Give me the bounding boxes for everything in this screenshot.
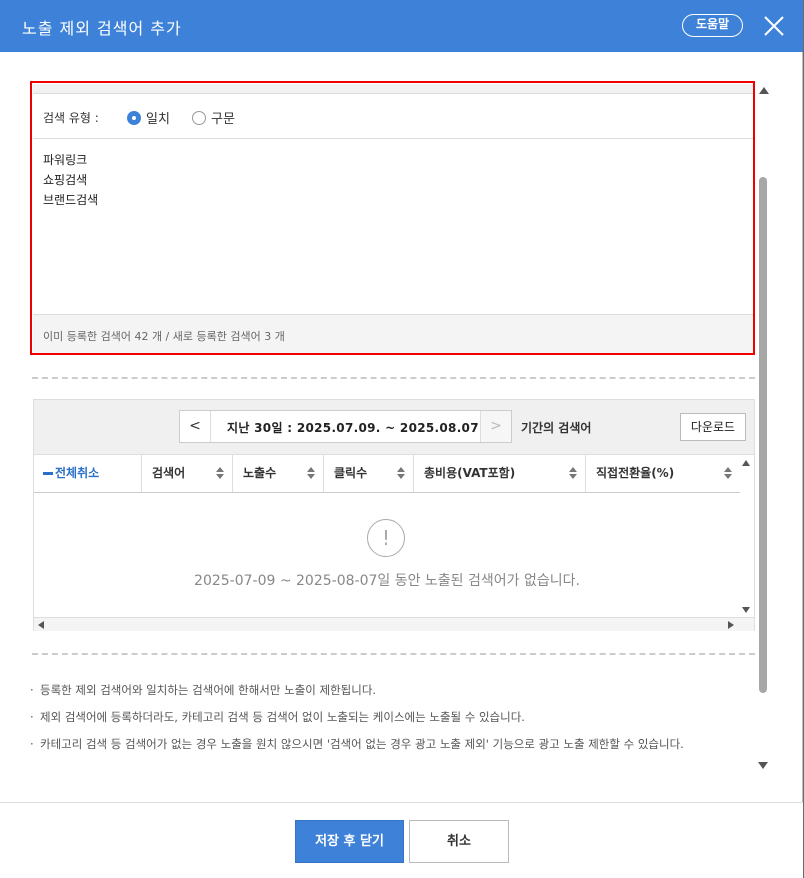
date-range-text: 지난 30일 : 2025.07.09. ~ 2025.08.07. bbox=[227, 421, 484, 435]
period-label: 기간의 검색어 bbox=[521, 421, 592, 435]
save-and-close-button[interactable]: 저장 후 닫기 bbox=[295, 820, 404, 863]
note-item: 카테고리 검색 등 검색어가 없는 경우 노출을 원치 않으시면 '검색어 없는… bbox=[30, 734, 750, 754]
highlight-box bbox=[30, 81, 755, 355]
column-label: 클릭수 bbox=[334, 466, 368, 480]
sort-icon[interactable] bbox=[307, 467, 315, 479]
dialog-header: 노출 제외 검색어 추가 도움말 bbox=[0, 0, 803, 52]
divider bbox=[32, 377, 755, 379]
grid-toolbar: < 지난 30일 : 2025.07.09. ~ 2025.08.07. > 기… bbox=[34, 400, 754, 455]
sort-icon[interactable] bbox=[569, 467, 577, 479]
note-item: 제외 검색어에 등록하더라도, 카테고리 검색 등 검색어 없이 노출되는 케이… bbox=[30, 707, 750, 727]
note-item: 등록한 제외 검색어와 일치하는 검색어에 한해서만 노출이 제한됩니다. bbox=[30, 680, 750, 700]
minus-icon bbox=[43, 472, 53, 475]
column-header-total-cost[interactable]: 총비용(VAT포함) bbox=[414, 455, 586, 492]
sort-icon[interactable] bbox=[724, 467, 732, 479]
horizontal-scrollbar[interactable] bbox=[34, 617, 754, 631]
column-header-keyword[interactable]: 검색어 bbox=[142, 455, 233, 492]
date-next-button[interactable]: > bbox=[480, 411, 511, 442]
grid-header: 전체취소 검색어 노출수 클릭수 총비용(VAT포함) 직접전환율(%) bbox=[34, 455, 740, 493]
help-button[interactable]: 도움말 bbox=[682, 14, 743, 37]
dialog: 노출 제외 검색어 추가 도움말 검색 유형 : 일치 구문 파워링크 쇼핑검색… bbox=[0, 0, 803, 878]
keyword-grid: < 지난 30일 : 2025.07.09. ~ 2025.08.07. > 기… bbox=[33, 399, 755, 631]
notes-list: 등록한 제외 검색어와 일치하는 검색어에 한해서만 노출이 제한됩니다. 제외… bbox=[30, 680, 750, 761]
close-icon[interactable] bbox=[761, 13, 787, 39]
scroll-up-arrow-icon[interactable] bbox=[759, 87, 769, 94]
cancel-button[interactable]: 취소 bbox=[409, 820, 509, 863]
dialog-footer: 저장 후 닫기 취소 bbox=[0, 802, 803, 878]
scroll-right-icon[interactable] bbox=[728, 621, 734, 629]
column-label: 총비용(VAT포함) bbox=[424, 466, 516, 480]
sort-icon[interactable] bbox=[216, 467, 224, 479]
column-label: 직접전환율(%) bbox=[596, 466, 675, 480]
column-label: 노출수 bbox=[243, 466, 277, 480]
grid-scroll-up-icon[interactable] bbox=[742, 460, 750, 466]
select-all-toggle[interactable]: 전체취소 bbox=[34, 455, 142, 492]
sort-icon[interactable] bbox=[397, 467, 405, 479]
divider bbox=[32, 653, 755, 655]
download-button[interactable]: 다운로드 bbox=[680, 413, 746, 441]
column-header-conversion-rate[interactable]: 직접전환율(%) bbox=[586, 455, 740, 492]
column-header-clicks[interactable]: 클릭수 bbox=[324, 455, 414, 492]
grid-scroll-down-icon[interactable] bbox=[742, 607, 750, 613]
column-label: 검색어 bbox=[152, 466, 186, 480]
scroll-down-arrow-icon[interactable] bbox=[758, 762, 768, 769]
scroll-left-icon[interactable] bbox=[38, 621, 44, 629]
info-icon: ! bbox=[367, 519, 405, 557]
dialog-title: 노출 제외 검색어 추가 bbox=[22, 19, 182, 38]
select-all-label: 전체취소 bbox=[55, 466, 100, 480]
date-prev-button[interactable]: < bbox=[180, 411, 211, 442]
column-header-impressions[interactable]: 노출수 bbox=[233, 455, 324, 492]
empty-message: 2025-07-09 ~ 2025-08-07일 동안 노출된 검색어가 없습니… bbox=[194, 573, 580, 589]
scrollbar-thumb[interactable] bbox=[759, 177, 767, 693]
date-range-selector: < 지난 30일 : 2025.07.09. ~ 2025.08.07. > bbox=[179, 410, 512, 443]
